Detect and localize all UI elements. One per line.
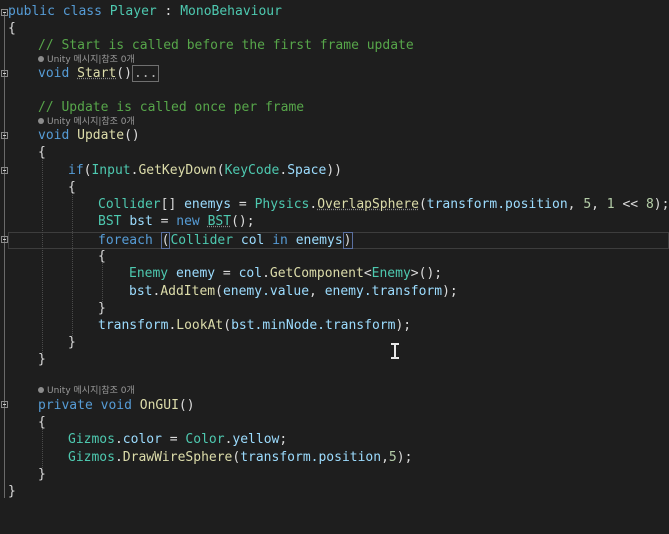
class-name: Player: [109, 4, 157, 19]
collapsed-region-marker[interactable]: ...: [131, 65, 160, 82]
keyword: void: [38, 66, 70, 81]
brace: {: [8, 21, 16, 36]
code-line[interactable]: foreach (Collider col in enemys): [0, 232, 353, 249]
code-line[interactable]: if(Input.GetKeyDown(KeyCode.Space)): [0, 162, 342, 179]
method-name: OnGUI: [139, 398, 179, 413]
keyword: class: [62, 4, 102, 19]
code-line[interactable]: {: [0, 248, 106, 265]
text-cursor-icon: [390, 343, 400, 360]
keyword: public: [8, 4, 55, 19]
code-line[interactable]: BST bst = new BST();: [0, 213, 255, 230]
code-line[interactable]: }: [0, 466, 46, 483]
code-line[interactable]: Gizmos.color = Color.yellow;: [0, 431, 287, 448]
code-line[interactable]: public class Player : MonoBehaviour: [0, 3, 282, 20]
code-line[interactable]: }: [0, 300, 106, 317]
code-line[interactable]: private void OnGUI(): [0, 397, 195, 414]
indent-guide: [72, 193, 73, 336]
code-line[interactable]: void Update(): [0, 127, 140, 144]
base-class-name: MonoBehaviour: [180, 4, 282, 19]
code-line[interactable]: Collider[] enemys = Physics.OverlapSpher…: [0, 196, 669, 213]
code-editor[interactable]: public class Player : MonoBehaviour { //…: [0, 0, 669, 512]
code-line[interactable]: {: [0, 144, 46, 161]
indent-guide: [102, 260, 103, 302]
unity-icon: [38, 117, 44, 124]
code-line[interactable]: {: [0, 414, 46, 431]
matched-paren: (: [160, 232, 171, 249]
code-line[interactable]: transform.LookAt(bst.minNode.transform);: [0, 317, 411, 334]
code-line[interactable]: // Update is called once per frame: [0, 99, 304, 116]
code-line[interactable]: Gizmos.DrawWireSphere(transform.position…: [0, 449, 412, 466]
code-line[interactable]: }: [0, 351, 46, 368]
comment: // Update is called once per frame: [38, 100, 305, 115]
codelens-ongui[interactable]: Unity 메시지|참조 0개: [38, 385, 135, 397]
code-line[interactable]: Enemy enemy = col.GetComponent<Enemy>();: [0, 265, 442, 282]
indent-guide: [42, 158, 43, 353]
code-line[interactable]: }: [0, 483, 31, 500]
code-line[interactable]: {: [0, 20, 31, 37]
method-name: Update: [77, 128, 125, 143]
indent-guide: [42, 428, 43, 468]
matched-paren: ): [342, 232, 353, 249]
unity-icon: [38, 386, 44, 393]
punctuation: :: [156, 4, 181, 19]
code-line[interactable]: void Start()...: [0, 65, 160, 82]
code-line[interactable]: }: [0, 334, 76, 351]
code-line[interactable]: {: [0, 179, 76, 196]
code-line[interactable]: // Start is called before the first fram…: [0, 37, 414, 54]
code-line[interactable]: bst.AddItem(enemy.value, enemy.transform…: [0, 283, 458, 300]
comment: // Start is called before the first fram…: [38, 38, 414, 53]
unity-icon: [38, 55, 44, 62]
method-name: Start: [77, 66, 117, 81]
